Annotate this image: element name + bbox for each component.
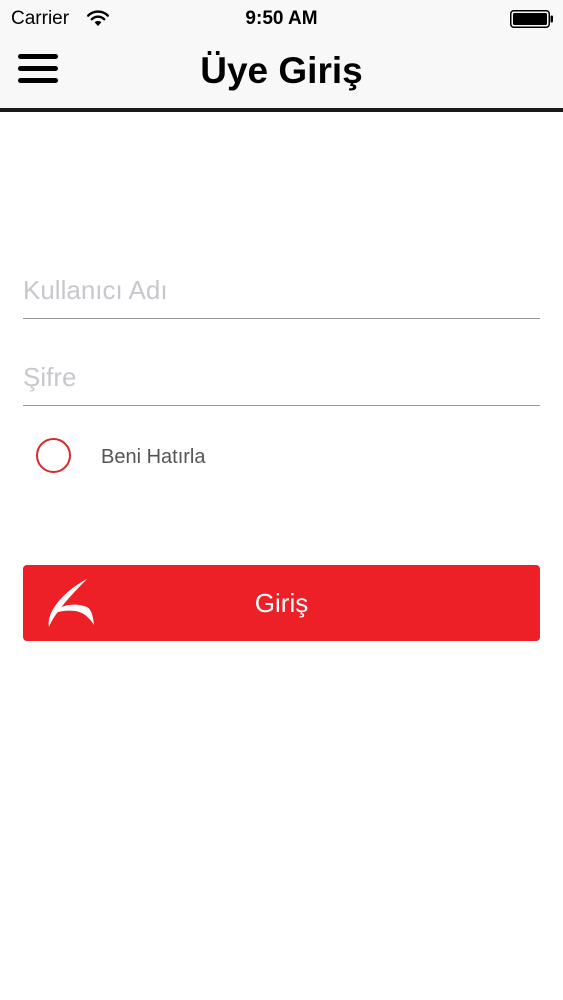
login-button[interactable]: Giriş — [23, 565, 540, 641]
navigation-bar: Üye Giriş — [0, 38, 563, 108]
password-input[interactable] — [23, 349, 540, 405]
login-button-label: Giriş — [254, 588, 309, 618]
remember-me-label: Beni Hatırla — [101, 446, 206, 468]
login-screen: Carrier 9:50 AM Üye Giriş Beni Hatırl — [0, 0, 563, 1000]
remember-me-toggle[interactable]: Beni Hatırla — [36, 438, 296, 478]
username-input[interactable] — [23, 262, 540, 318]
page-title: Üye Giriş — [200, 50, 363, 91]
username-field — [23, 262, 540, 319]
password-field — [23, 349, 540, 406]
status-bar: Carrier 9:50 AM — [0, 0, 563, 38]
battery-icon — [510, 10, 553, 28]
nav-divider — [0, 108, 563, 112]
status-time: 9:50 AM — [245, 8, 318, 29]
remember-me-radio[interactable] — [36, 438, 71, 473]
